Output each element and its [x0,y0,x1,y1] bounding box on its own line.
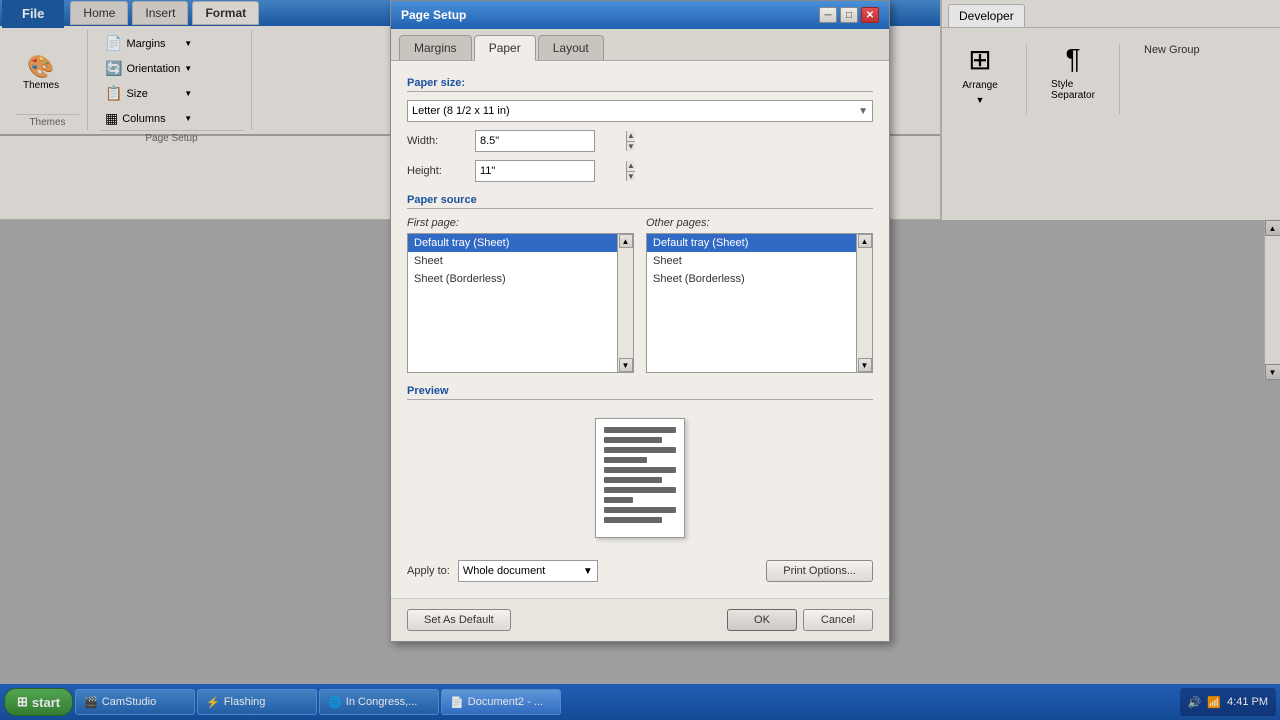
paper-size-section-label: Paper size: [407,77,873,92]
height-up-button[interactable]: ▲ [627,161,635,172]
dialog-title-buttons: ─ □ ✕ [819,7,879,23]
paper-source-section: Paper source First page: Default tray (S… [407,194,873,373]
width-spinner-btns: ▲ ▼ [626,131,635,151]
apply-to-value: Whole document [463,565,546,577]
tab-layout[interactable]: Layout [538,35,604,60]
print-options-button[interactable]: Print Options... [766,560,873,582]
preview-line-10 [604,517,662,523]
other-pages-item-0[interactable]: Default tray (Sheet) [647,234,872,252]
other-pages-scroll-up[interactable]: ▲ [858,234,872,248]
minimize-button[interactable]: ─ [819,7,837,23]
first-page-item-2[interactable]: Sheet (Borderless) [408,270,633,288]
preview-box [407,408,873,548]
set-default-button[interactable]: Set As Default [407,609,511,631]
first-page-scroll-up[interactable]: ▲ [619,234,633,248]
paper-size-arrow: ▼ [858,106,868,117]
preview-line-9 [604,507,676,513]
height-down-button[interactable]: ▼ [627,172,635,182]
apply-row: Apply to: Whole document ▼ Print Options… [407,560,873,582]
apply-to-arrow: ▼ [583,566,593,577]
height-spinner[interactable]: ▲ ▼ [475,160,595,182]
dialog-footer: Set As Default OK Cancel [391,598,889,641]
other-pages-item-2[interactable]: Sheet (Borderless) [647,270,872,288]
preview-line-1 [604,427,676,433]
dialog-title: Page Setup [401,8,466,22]
apply-left: Apply to: Whole document ▼ [407,560,598,582]
first-page-scroll-track [619,248,633,358]
other-pages-scroll-down[interactable]: ▼ [858,358,872,372]
preview-line-4 [604,457,647,463]
apply-to-select[interactable]: Whole document ▼ [458,560,598,582]
height-spinner-btns: ▲ ▼ [626,161,635,181]
cancel-button[interactable]: Cancel [803,609,873,631]
other-pages-col: Other pages: Default tray (Sheet) Sheet … [646,217,873,373]
first-page-scroll-down[interactable]: ▼ [619,358,633,372]
ok-cancel-group: OK Cancel [727,609,873,631]
width-down-button[interactable]: ▼ [627,142,635,152]
paper-size-value: Letter (8 1/2 x 11 in) [412,105,510,117]
width-up-button[interactable]: ▲ [627,131,635,142]
preview-line-3 [604,447,676,453]
preview-page [595,418,685,538]
first-page-label: First page: [407,217,634,229]
first-page-col: First page: Default tray (Sheet) Sheet S… [407,217,634,373]
preview-section: Preview [407,385,873,548]
apply-to-label: Apply to: [407,565,450,577]
first-page-listbox[interactable]: Default tray (Sheet) Sheet Sheet (Border… [407,233,634,373]
dialog-titlebar: Page Setup ─ □ ✕ [391,1,889,29]
width-spinner[interactable]: ▲ ▼ [475,130,595,152]
width-row: Width: ▲ ▼ [407,130,873,152]
width-input[interactable] [476,133,626,149]
page-setup-dialog: Page Setup ─ □ ✕ Margins Paper Layout Pa… [390,0,890,642]
maximize-button[interactable]: □ [840,7,858,23]
tab-margins[interactable]: Margins [399,35,472,60]
height-row: Height: ▲ ▼ [407,160,873,182]
preview-label: Preview [407,385,873,400]
paper-size-select[interactable]: Letter (8 1/2 x 11 in) ▼ [407,100,873,122]
close-button[interactable]: ✕ [861,7,879,23]
dialog-body: Paper size: Letter (8 1/2 x 11 in) ▼ Wid… [391,61,889,598]
ok-button[interactable]: OK [727,609,797,631]
other-pages-item-1[interactable]: Sheet [647,252,872,270]
first-page-scrollbar[interactable]: ▲ ▼ [617,234,633,372]
preview-line-6 [604,477,662,483]
other-pages-listbox[interactable]: Default tray (Sheet) Sheet Sheet (Border… [646,233,873,373]
paper-source-label: Paper source [407,194,873,209]
source-columns: First page: Default tray (Sheet) Sheet S… [407,217,873,373]
other-pages-label: Other pages: [646,217,873,229]
preview-line-5 [604,467,676,473]
height-label: Height: [407,165,467,177]
preview-line-7 [604,487,676,493]
other-pages-scrollbar[interactable]: ▲ ▼ [856,234,872,372]
height-input[interactable] [476,163,626,179]
preview-line-2 [604,437,662,443]
first-page-item-0[interactable]: Default tray (Sheet) [408,234,633,252]
tab-paper[interactable]: Paper [474,35,536,61]
width-label: Width: [407,135,467,147]
dialog-tabs: Margins Paper Layout [391,29,889,61]
preview-line-8 [604,497,633,503]
first-page-item-1[interactable]: Sheet [408,252,633,270]
other-pages-scroll-track [858,248,872,358]
